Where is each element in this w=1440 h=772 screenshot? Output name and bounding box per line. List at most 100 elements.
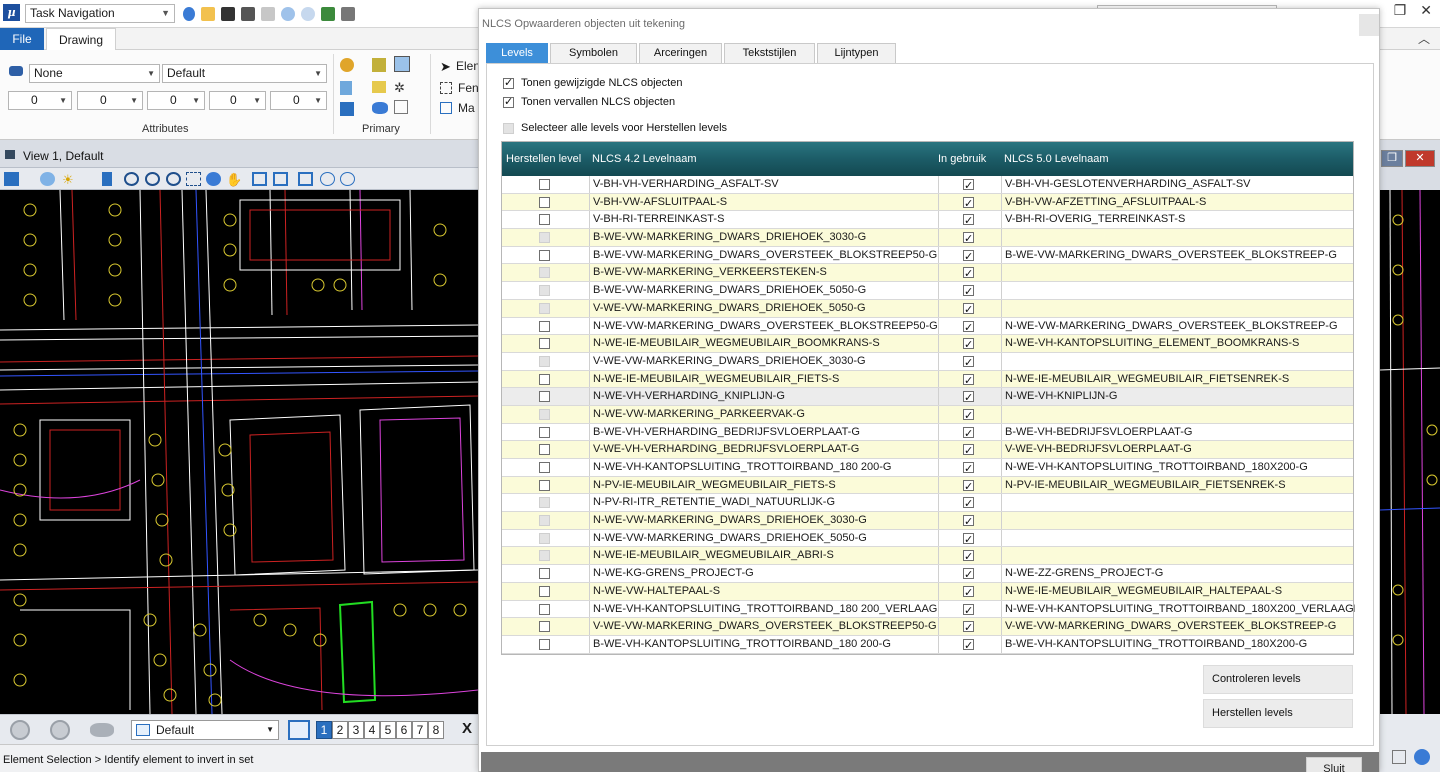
view-button-6[interactable]: 6 xyxy=(396,721,412,739)
forward-icon[interactable] xyxy=(50,720,70,740)
restore-level-checkbox[interactable] xyxy=(539,621,550,633)
camera-icon[interactable] xyxy=(320,172,335,186)
layers-icon[interactable] xyxy=(372,58,386,72)
table-row[interactable]: N-WE-VH-KANTOPSLUITING_TROTTOIRBAND_180 … xyxy=(502,459,1353,477)
redo-icon[interactable] xyxy=(301,7,315,21)
task-navigation-select[interactable]: Task Navigation ▼ xyxy=(25,4,175,23)
table-row[interactable]: N-WE-VW-HALTEPAAL-S N-WE-IE-MEUBILAIR_WEG… xyxy=(502,582,1353,601)
tab-file[interactable]: File xyxy=(0,28,44,50)
zoom-in-icon[interactable] xyxy=(124,172,139,186)
table-row[interactable]: V-WE-VW-MARKERING_DWARS_OVERSTEEK_BLOKST… xyxy=(502,618,1353,636)
table-row[interactable]: V-WE-VW-MARKERING_DWARS_DRIEHOEK_3030-G xyxy=(502,352,1353,371)
print-icon[interactable] xyxy=(341,7,355,21)
fence-icon[interactable] xyxy=(440,82,452,94)
close-button[interactable]: Sluit xyxy=(1306,757,1362,772)
view-button-3[interactable]: 3 xyxy=(348,721,364,739)
tab-drawing[interactable]: Drawing xyxy=(46,28,117,50)
view-button-7[interactable]: 7 xyxy=(412,721,428,739)
rotate-view-icon[interactable] xyxy=(206,172,221,186)
restore-level-checkbox[interactable] xyxy=(539,179,550,190)
view-button-2[interactable]: 2 xyxy=(332,721,348,739)
select-all-checkbox[interactable] xyxy=(503,122,514,134)
select-all-option[interactable]: Selecteer alle levels voor Herstellen le… xyxy=(503,122,727,134)
view-button-1[interactable]: 1 xyxy=(316,721,332,739)
show-obsolete-option[interactable]: Tonen vervallen NLCS objecten xyxy=(503,95,675,108)
close-icon[interactable]: ✕ xyxy=(1420,2,1432,19)
weight-select[interactable]: 0 ▼ xyxy=(147,91,205,110)
search-icon[interactable] xyxy=(340,58,354,72)
table-row[interactable]: N-WE-IE-MEUBILAIR_WEGMEUBILAIR_BOOMKRANS… xyxy=(502,335,1353,353)
lighting-icon[interactable]: ☀ xyxy=(62,172,77,187)
table-row[interactable]: N-WE-VH-VERHARDING_KNIPLIJN-G N-WE-VH-KNI… xyxy=(502,388,1353,406)
restore-level-checkbox[interactable] xyxy=(539,444,550,456)
table-row[interactable]: B-WE-VH-KANTOPSLUITING_TROTTOIRBAND_180 … xyxy=(502,635,1353,654)
close-icon[interactable]: ✕ xyxy=(1405,150,1435,167)
show-obsolete-checkbox[interactable] xyxy=(503,95,514,108)
chevron-up-icon[interactable]: ︿ xyxy=(1418,30,1430,47)
color-select[interactable]: 0 ▼ xyxy=(8,91,72,110)
globe-icon[interactable] xyxy=(1414,749,1430,765)
brush-icon[interactable] xyxy=(102,172,112,186)
restore-level-checkbox[interactable] xyxy=(539,426,550,438)
style-select[interactable]: Default ▼ xyxy=(162,64,327,83)
table-row[interactable]: B-WE-VH-VERHARDING_BEDRIJFSVLOERPLAAT-G B… xyxy=(502,423,1353,442)
pointer-icon[interactable]: ➤ xyxy=(440,59,451,75)
view-button-5[interactable]: 5 xyxy=(380,721,396,739)
secondary-cad-view[interactable] xyxy=(1380,190,1440,714)
show-changed-option[interactable]: Tonen gewijzigde NLCS objecten xyxy=(503,76,682,89)
save-icon[interactable] xyxy=(221,7,235,21)
file-icon[interactable] xyxy=(340,81,352,95)
restore-level-checkbox[interactable] xyxy=(539,585,550,597)
view-button-8[interactable]: 8 xyxy=(428,721,444,739)
table-row[interactable]: V-BH-VH-VERHARDING_ASFALT-SV V-BH-VH-GESL… xyxy=(502,176,1353,194)
check-levels-button[interactable]: Controleren levels xyxy=(1203,665,1353,694)
open-folder-icon[interactable] xyxy=(201,7,215,21)
restore-level-checkbox[interactable] xyxy=(539,338,550,350)
restore-level-checkbox[interactable] xyxy=(539,249,550,261)
toggle-icon[interactable] xyxy=(372,102,388,114)
level-select[interactable]: None ▼ xyxy=(29,64,160,83)
tab-symbolen[interactable]: Symbolen xyxy=(550,43,637,63)
table-row[interactable]: B-WE-VW-MARKERING_DWARS_DRIEHOEK_5050-G xyxy=(502,282,1353,300)
restore-levels-button[interactable]: Herstellen levels xyxy=(1203,699,1353,728)
table-row[interactable]: N-WE-VH-KANTOPSLUITING_TROTTOIRBAND_180 … xyxy=(502,600,1355,619)
transparency-select[interactable]: 0 ▼ xyxy=(209,91,266,110)
restore-icon[interactable]: ❐ xyxy=(1394,2,1407,19)
clipboard-icon[interactable] xyxy=(1392,750,1406,764)
display-style-icon[interactable] xyxy=(40,172,55,186)
grid-icon[interactable] xyxy=(394,100,408,114)
element-selection-label[interactable]: Elen xyxy=(456,59,480,73)
table-row[interactable]: N-WE-VW-MARKERING_PARKEERVAK-G xyxy=(502,405,1353,424)
clip-volume-icon[interactable] xyxy=(340,172,355,186)
fit-view-icon[interactable] xyxy=(186,172,201,186)
restore-level-checkbox[interactable] xyxy=(539,603,550,615)
table-row[interactable]: B-WE-VW-MARKERING_VERKEERSTEKEN-S xyxy=(502,264,1353,283)
document-icon[interactable] xyxy=(261,7,275,21)
view-button-4[interactable]: 4 xyxy=(364,721,380,739)
restore-level-checkbox[interactable] xyxy=(539,214,550,226)
linestyle-select[interactable]: 0 ▼ xyxy=(77,91,143,110)
table-row[interactable]: B-WE-VW-MARKERING_DWARS_DRIEHOEK_3030-G xyxy=(502,229,1353,247)
table-row[interactable]: V-WE-VW-MARKERING_DWARS_DRIEHOEK_5050-G xyxy=(502,299,1353,318)
manipulate-icon[interactable] xyxy=(440,102,452,114)
palette-icon[interactable] xyxy=(372,81,386,93)
table-row[interactable]: N-WE-VW-MARKERING_DWARS_DRIEHOEK_5050-G xyxy=(502,529,1353,548)
user-icon[interactable] xyxy=(183,7,195,21)
fence-label[interactable]: Fen xyxy=(458,81,479,95)
table-row[interactable]: N-WE-VW-MARKERING_DWARS_OVERSTEEK_BLOKST… xyxy=(502,317,1353,336)
table-row[interactable]: N-WE-VW-MARKERING_DWARS_DRIEHOEK_3030-G xyxy=(502,512,1353,530)
dialog-close-button[interactable] xyxy=(1359,14,1379,36)
back-icon[interactable] xyxy=(10,720,30,740)
col-header-new-level[interactable]: NLCS 5.0 Levelnaam xyxy=(1004,153,1109,165)
table-row[interactable]: N-PV-RI-ITR_RETENTIE_WADI_NATUURLIJK-G xyxy=(502,494,1353,513)
view-layout-icon[interactable] xyxy=(288,720,310,740)
tab-lijntypen[interactable]: Lijntypen xyxy=(817,43,896,63)
next-view-icon[interactable] xyxy=(273,172,288,186)
restore-level-checkbox[interactable] xyxy=(539,320,550,332)
col-header-restore[interactable]: Herstellen level xyxy=(506,153,581,165)
table-row[interactable]: N-PV-IE-MEUBILAIR_WEGMEUBILAIR_FIETS-S N-… xyxy=(502,476,1353,495)
image-icon[interactable] xyxy=(394,56,410,72)
undo-icon[interactable] xyxy=(281,7,295,21)
col-header-old-level[interactable]: NLCS 4.2 Levelnaam xyxy=(592,153,697,165)
restore-level-checkbox[interactable] xyxy=(539,479,550,491)
